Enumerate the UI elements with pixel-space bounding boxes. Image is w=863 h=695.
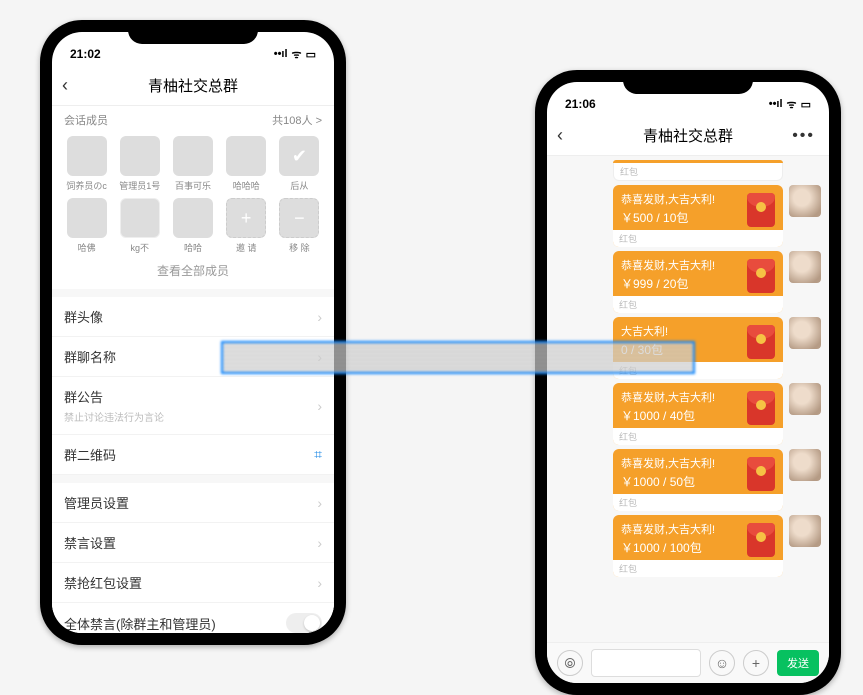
status-time: 21:06 [565,97,596,111]
navbar: ‹ 青柚社交总群 [52,66,334,106]
setting-admin[interactable]: 管理员设置 › [52,483,334,523]
input-bar: ⦾ ☺ + 发送 [547,642,829,683]
sender-avatar[interactable] [789,383,821,415]
members-grid: 饲养员のc管理员1号百事可乐哈哈哈✔后从哈佛kg不哈哈+邀 请−移 除 [52,132,334,256]
member-avatar[interactable]: 哈哈 [168,198,217,254]
hb-tag: 红包 [613,560,783,577]
member-avatar[interactable]: 哈佛 [62,198,111,254]
setting-announcement[interactable]: 群公告 禁止讨论违法行为言论 › [52,377,334,435]
members-count[interactable]: 共108人 > [272,112,322,128]
back-icon[interactable]: ‹ [62,75,68,96]
redpacket-icon [747,457,775,491]
voice-icon[interactable]: ⦾ [557,650,583,676]
hb-tag: 红包 [613,494,783,511]
sender-avatar[interactable] [789,317,821,349]
hb-tag: 红包 [613,230,783,247]
qr-icon: ⌗ [314,446,322,463]
more-icon[interactable]: ••• [792,127,815,145]
status-time: 21:02 [70,47,101,61]
redpacket-message[interactable]: 恭喜发财,大吉大利!￥1000 / 100包红包 [555,515,821,577]
chevron-icon: › [317,535,322,551]
message-input[interactable] [591,649,701,677]
view-all-members[interactable]: 查看全部成员 [52,256,334,289]
members-header: 会话成员 共108人 > [52,106,334,132]
setting-mute-all[interactable]: 全体禁言(除群主和管理员) [52,603,334,633]
redpacket-message[interactable]: 恭喜发财,大吉大利!￥500 / 10包红包 [555,185,821,247]
redaction-box [221,341,695,374]
redpacket-icon [747,259,775,293]
hb-tag: 红包 [613,296,783,313]
page-title: 青柚社交总群 [643,125,733,146]
redpacket-icon [747,391,775,425]
toggle-mute-all[interactable] [286,613,322,633]
emoji-icon[interactable]: ☺ [709,650,735,676]
send-button[interactable]: 发送 [777,650,819,676]
chevron-icon: › [317,495,322,511]
plus-icon[interactable]: + [743,650,769,676]
hb-tag: 红包 [613,428,783,445]
member-avatar[interactable]: 饲养员のc [62,136,111,192]
member-avatar[interactable]: 管理员1号 [115,136,164,192]
redpacket-message[interactable]: 恭喜发财,大吉大利!￥1000 / 50包红包 [555,449,821,511]
member-avatar[interactable]: kg不 [115,198,164,254]
member-avatar[interactable]: ✔后从 [275,136,324,192]
remove-button[interactable]: −移 除 [275,198,324,254]
setting-mute[interactable]: 禁言设置 › [52,523,334,563]
redpacket-message[interactable]: 恭喜发财,大吉大利!￥1000 / 40包红包 [555,383,821,445]
status-icons: ••ılᯤ▭ [769,97,811,112]
member-avatar[interactable]: 百事可乐 [168,136,217,192]
navbar: ‹ 青柚社交总群 ••• [547,116,829,156]
sender-avatar[interactable] [789,449,821,481]
page-title: 青柚社交总群 [148,75,238,96]
redpacket-icon [747,193,775,227]
setting-qrcode[interactable]: 群二维码 ⌗ [52,435,334,475]
redpacket-message[interactable]: 恭喜发财,大吉大利!￥999 / 20包红包 [555,251,821,313]
sender-avatar[interactable] [789,515,821,547]
redpacket-icon [747,325,775,359]
setting-group-avatar[interactable]: 群头像 › [52,297,334,337]
chat-list: 红包 恭喜发财,大吉大利!￥500 / 10包红包恭喜发财,大吉大利!￥999 … [547,156,829,642]
member-avatar[interactable]: 哈哈哈 [222,136,271,192]
invite-button[interactable]: +邀 请 [222,198,271,254]
chevron-icon: › [317,398,322,414]
redpacket-icon [747,523,775,557]
sender-avatar[interactable] [789,251,821,283]
status-icons: ••ılᯤ▭ [274,47,316,62]
members-label: 会话成员 [64,112,108,128]
chevron-icon: › [317,309,322,325]
hb-tag: 红包 [613,163,783,181]
sender-avatar[interactable] [789,185,821,217]
chevron-icon: › [317,575,322,591]
setting-redpack-block[interactable]: 禁抢红包设置 › [52,563,334,603]
back-icon[interactable]: ‹ [557,125,563,146]
